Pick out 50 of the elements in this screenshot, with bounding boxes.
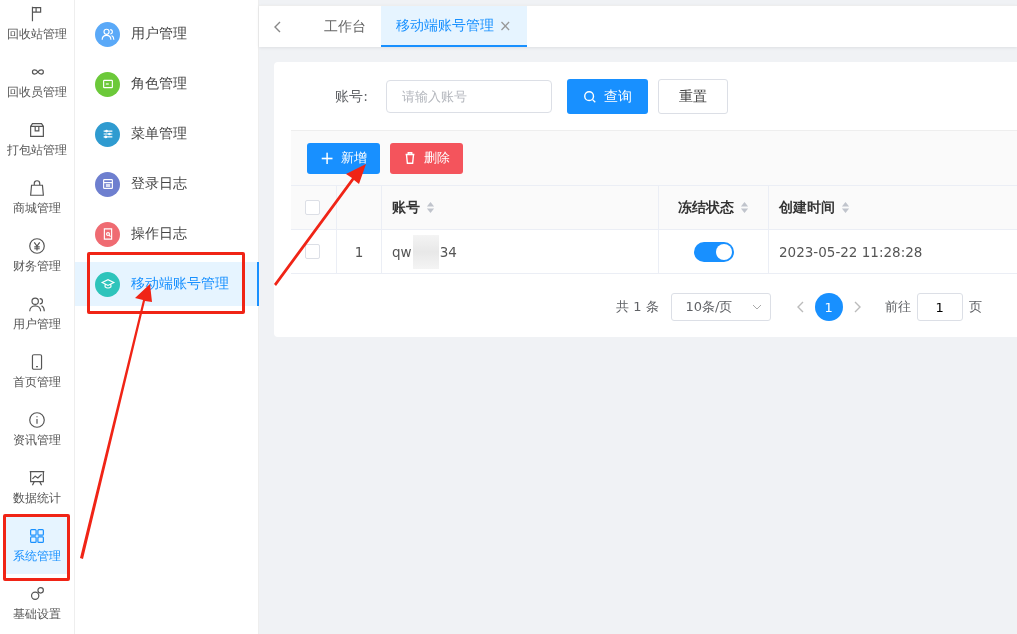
column-header[interactable]: 冻结状态 (678, 198, 734, 217)
sort-icon[interactable] (841, 201, 850, 214)
table-cell: 2023-05-22 11:28:28 (779, 243, 923, 260)
yen-icon (27, 236, 47, 256)
total-count: 共 1 条 (616, 298, 659, 316)
plus-icon: + (320, 149, 335, 167)
rail-menu-item[interactable]: 数据统计 (5, 458, 69, 516)
rail-menu-item[interactable]: 资讯管理 (5, 400, 69, 458)
users-icon (27, 294, 47, 314)
submenu-item[interactable]: 操作日志 (75, 209, 258, 259)
rail-menu-item[interactable]: 用户管理 (5, 284, 69, 342)
chevron-right-icon[interactable] (852, 301, 861, 313)
rail-menu-item[interactable]: 回收员管理 (5, 52, 69, 110)
submenu-item[interactable]: 菜单管理 (75, 109, 258, 159)
info-icon (27, 410, 47, 430)
sort-icon[interactable] (426, 201, 435, 214)
rail-menu-item[interactable]: 基础设置 (5, 574, 69, 632)
bag-icon (27, 178, 47, 198)
page-suffix: 页 (968, 298, 982, 316)
chevron-down-icon (751, 304, 762, 310)
search-icon (583, 89, 597, 104)
rail-menu-item[interactable]: 商城管理 (5, 168, 69, 226)
column-header[interactable]: 账号 (392, 198, 420, 217)
rail-menu-item[interactable]: 回收站管理 (5, 0, 69, 52)
submenu-item[interactable]: 角色管理 (75, 59, 258, 109)
reset-button[interactable]: 重置 (658, 79, 728, 114)
table-cell: 1 (354, 243, 364, 260)
chevron-left-icon[interactable] (796, 301, 805, 313)
page-size-select[interactable]: 10条/页 (670, 293, 771, 321)
account-input-field[interactable]: 请输入账号 (386, 80, 552, 113)
chart-icon (27, 468, 47, 488)
rail-menu-item[interactable]: 财务管理 (5, 226, 69, 284)
rail-menu-item[interactable]: 打包站管理 (5, 110, 69, 168)
tab[interactable]: 工作台 (309, 6, 381, 47)
table-cell: 34 (439, 243, 457, 260)
box-icon (27, 120, 47, 140)
row-checkbox[interactable] (305, 244, 320, 259)
goto-label: 前往 (884, 298, 911, 316)
rail-menu-item[interactable]: 首页管理 (5, 342, 69, 400)
page-input-field[interactable]: 1 (916, 293, 963, 321)
toggle-switch[interactable] (693, 241, 734, 262)
grid-icon (27, 526, 47, 546)
table-cell: qw (392, 243, 412, 260)
column-header[interactable]: 创建时间 (779, 198, 835, 217)
submenu-item[interactable]: 登录日志 (75, 159, 258, 209)
sort-icon[interactable] (740, 201, 749, 214)
highlight-frame (3, 514, 70, 581)
field-label: 账号: (334, 87, 368, 106)
submenu-item[interactable]: 用户管理 (75, 9, 258, 59)
select-all-checkbox[interactable] (305, 200, 320, 215)
